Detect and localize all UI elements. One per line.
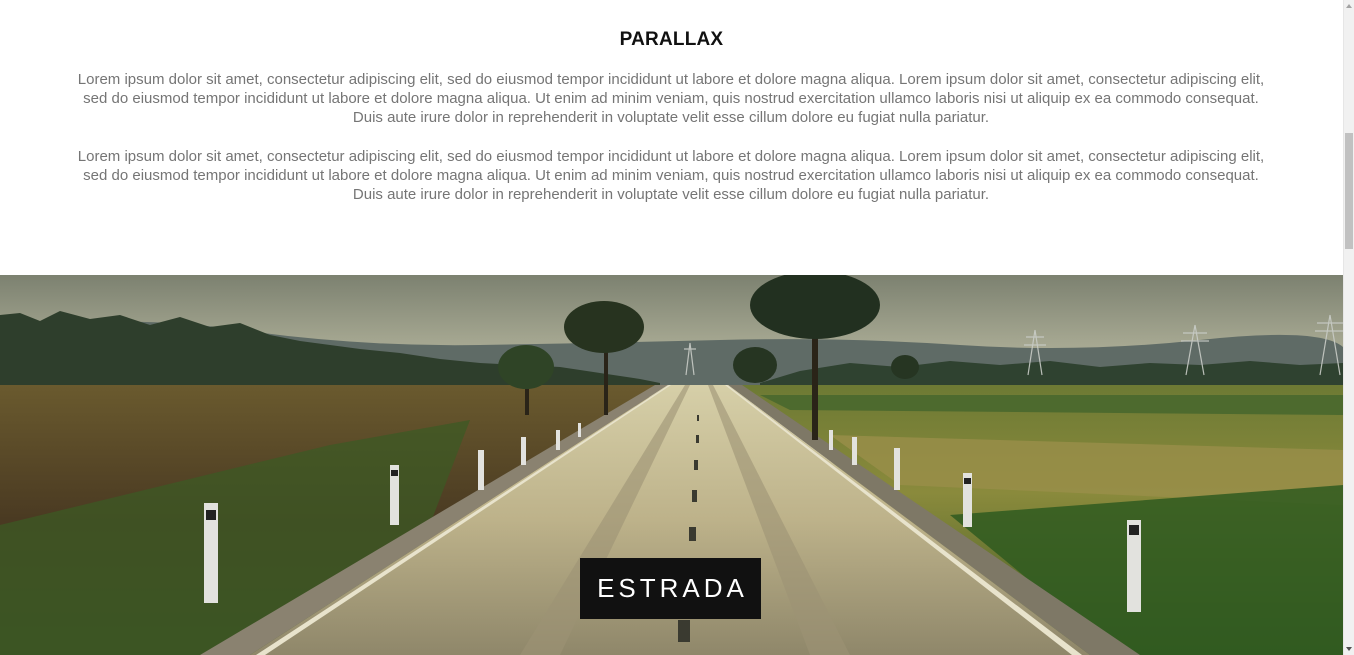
body-paragraph: Lorem ipsum dolor sit amet, consectetur … (77, 71, 1265, 126)
parallax-text-section: PARALLAX Lorem ipsum dolor sit amet, con… (0, 0, 1343, 275)
vertical-scrollbar[interactable] (1343, 0, 1354, 655)
section-title: PARALLAX (619, 29, 724, 50)
estrada-caption: ESTRADA (580, 558, 761, 619)
triangle-up-icon[interactable] (1344, 0, 1354, 12)
body-paragraph: Lorem ipsum dolor sit amet, consectetur … (77, 148, 1265, 203)
scrollbar-thumb[interactable] (1345, 133, 1353, 249)
triangle-down-icon[interactable] (1344, 643, 1354, 655)
parallax-hero-image: ESTRADA (0, 275, 1343, 655)
page-viewport: PARALLAX Lorem ipsum dolor sit amet, con… (0, 0, 1343, 655)
